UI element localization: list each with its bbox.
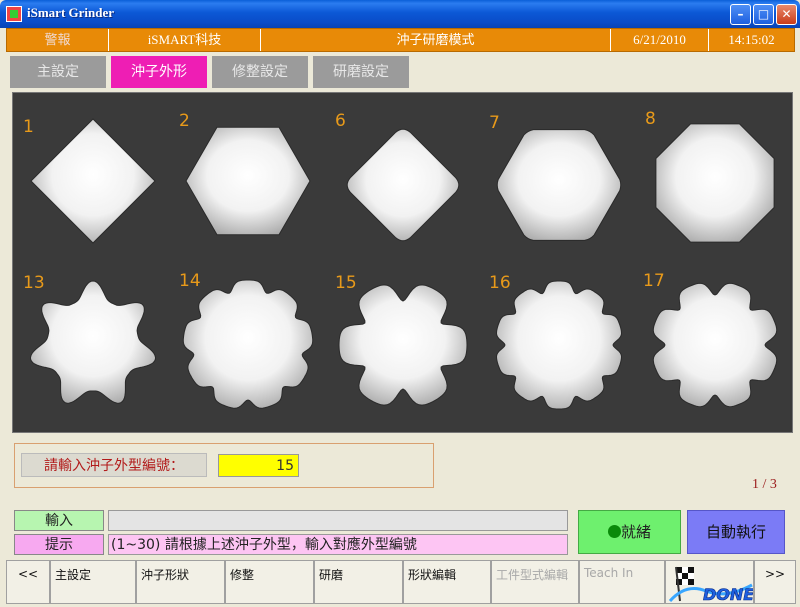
bottom-nav: << 主設定 沖子形狀 修整 研磨 形狀編輯 工件型式編輯 Teach In D…: [6, 560, 796, 604]
done-flag-icon: DONE: [668, 566, 754, 604]
done-label: DONE: [703, 585, 754, 604]
nav-dressing[interactable]: 修整: [225, 560, 314, 604]
mode-label: 沖子研磨模式: [261, 29, 611, 51]
shape-number-input[interactable]: [218, 454, 299, 477]
ready-label: 就緒: [620, 523, 651, 541]
shape-number-label: 15: [335, 273, 357, 293]
hint-message-label: 提示: [14, 534, 104, 555]
date-display: 6/21/2010: [611, 29, 709, 51]
page-indicator: 1 / 3: [752, 477, 777, 492]
shape-number-label: 1: [23, 117, 34, 137]
nav-shape-edit[interactable]: 形狀編輯: [403, 560, 491, 604]
nav-punch-shape[interactable]: 沖子形狀: [136, 560, 225, 604]
nav-main-settings[interactable]: 主設定: [50, 560, 136, 604]
auto-run-button[interactable]: 自動執行: [687, 510, 785, 554]
tab-punch-shape[interactable]: 沖子外形: [111, 56, 207, 88]
status-header: 警報 iSMART科技 沖子研磨模式 6/21/2010 14:15:02: [6, 28, 795, 52]
shape-number-label: 7: [489, 113, 500, 133]
tab-dressing-settings[interactable]: 修整設定: [212, 56, 308, 88]
punch-shape-7[interactable]: [496, 129, 622, 241]
window-title: iSmart Grinder: [27, 5, 115, 20]
shape-input-group: 請輸入沖子外型編號：: [14, 443, 434, 488]
punch-shape-1[interactable]: [30, 118, 156, 244]
punch-shape-16[interactable]: [495, 280, 623, 410]
punch-shape-13[interactable]: [29, 280, 157, 404]
ready-indicator-icon: [607, 525, 621, 538]
shape-number-label: 13: [23, 273, 45, 293]
punch-shape-2[interactable]: [185, 126, 311, 236]
tab-main-settings[interactable]: 主設定: [10, 56, 106, 88]
input-message-label: 輸入: [14, 510, 104, 531]
shape-input-label: 請輸入沖子外型編號：: [21, 453, 207, 477]
shape-gallery: [29, 118, 778, 410]
title-bar[interactable]: iSmart Grinder – □ ✕: [0, 0, 800, 28]
shape-number-label: 17: [643, 271, 665, 291]
shape-number-label: 14: [179, 271, 201, 291]
shape-number-label: 8: [645, 109, 656, 129]
nav-next-button[interactable]: >>: [754, 560, 796, 604]
maximize-button[interactable]: □: [753, 4, 774, 25]
tab-grinding-settings[interactable]: 研磨設定: [313, 56, 409, 88]
punch-shape-14[interactable]: [182, 279, 314, 409]
shape-number-label: 6: [335, 111, 346, 131]
ready-status-button[interactable]: 就緒: [578, 510, 681, 554]
shape-number-label: 2: [179, 111, 190, 131]
app-icon: [6, 6, 22, 22]
message-area: 輸入 提示 (1~30) 請根據上述沖子外型，輸入對應外型編號: [10, 506, 574, 556]
nav-teach-in[interactable]: Teach In: [579, 560, 665, 604]
nav-prev-button[interactable]: <<: [6, 560, 50, 604]
close-button[interactable]: ✕: [776, 4, 797, 25]
input-message-field: [108, 510, 568, 531]
punch-shape-15[interactable]: [338, 284, 468, 406]
shape-panel: 1 2 6 7 8 13 14 15 16 17: [12, 92, 793, 433]
punch-shape-6[interactable]: [346, 128, 460, 242]
done-button[interactable]: DONE: [665, 560, 754, 604]
punch-shape-17[interactable]: [652, 282, 778, 408]
alarm-indicator[interactable]: 警報: [7, 29, 109, 51]
company-name: iSMART科技: [109, 29, 261, 51]
hint-message-text: (1~30) 請根據上述沖子外型，輸入對應外型編號: [108, 534, 568, 555]
punch-shape-8[interactable]: [655, 123, 775, 243]
nav-grinding[interactable]: 研磨: [314, 560, 403, 604]
minimize-button[interactable]: –: [730, 4, 751, 25]
nav-workpiece-edit[interactable]: 工件型式編輯: [491, 560, 579, 604]
time-display: 14:15:02: [728, 32, 775, 47]
shape-number-label: 16: [489, 273, 511, 293]
